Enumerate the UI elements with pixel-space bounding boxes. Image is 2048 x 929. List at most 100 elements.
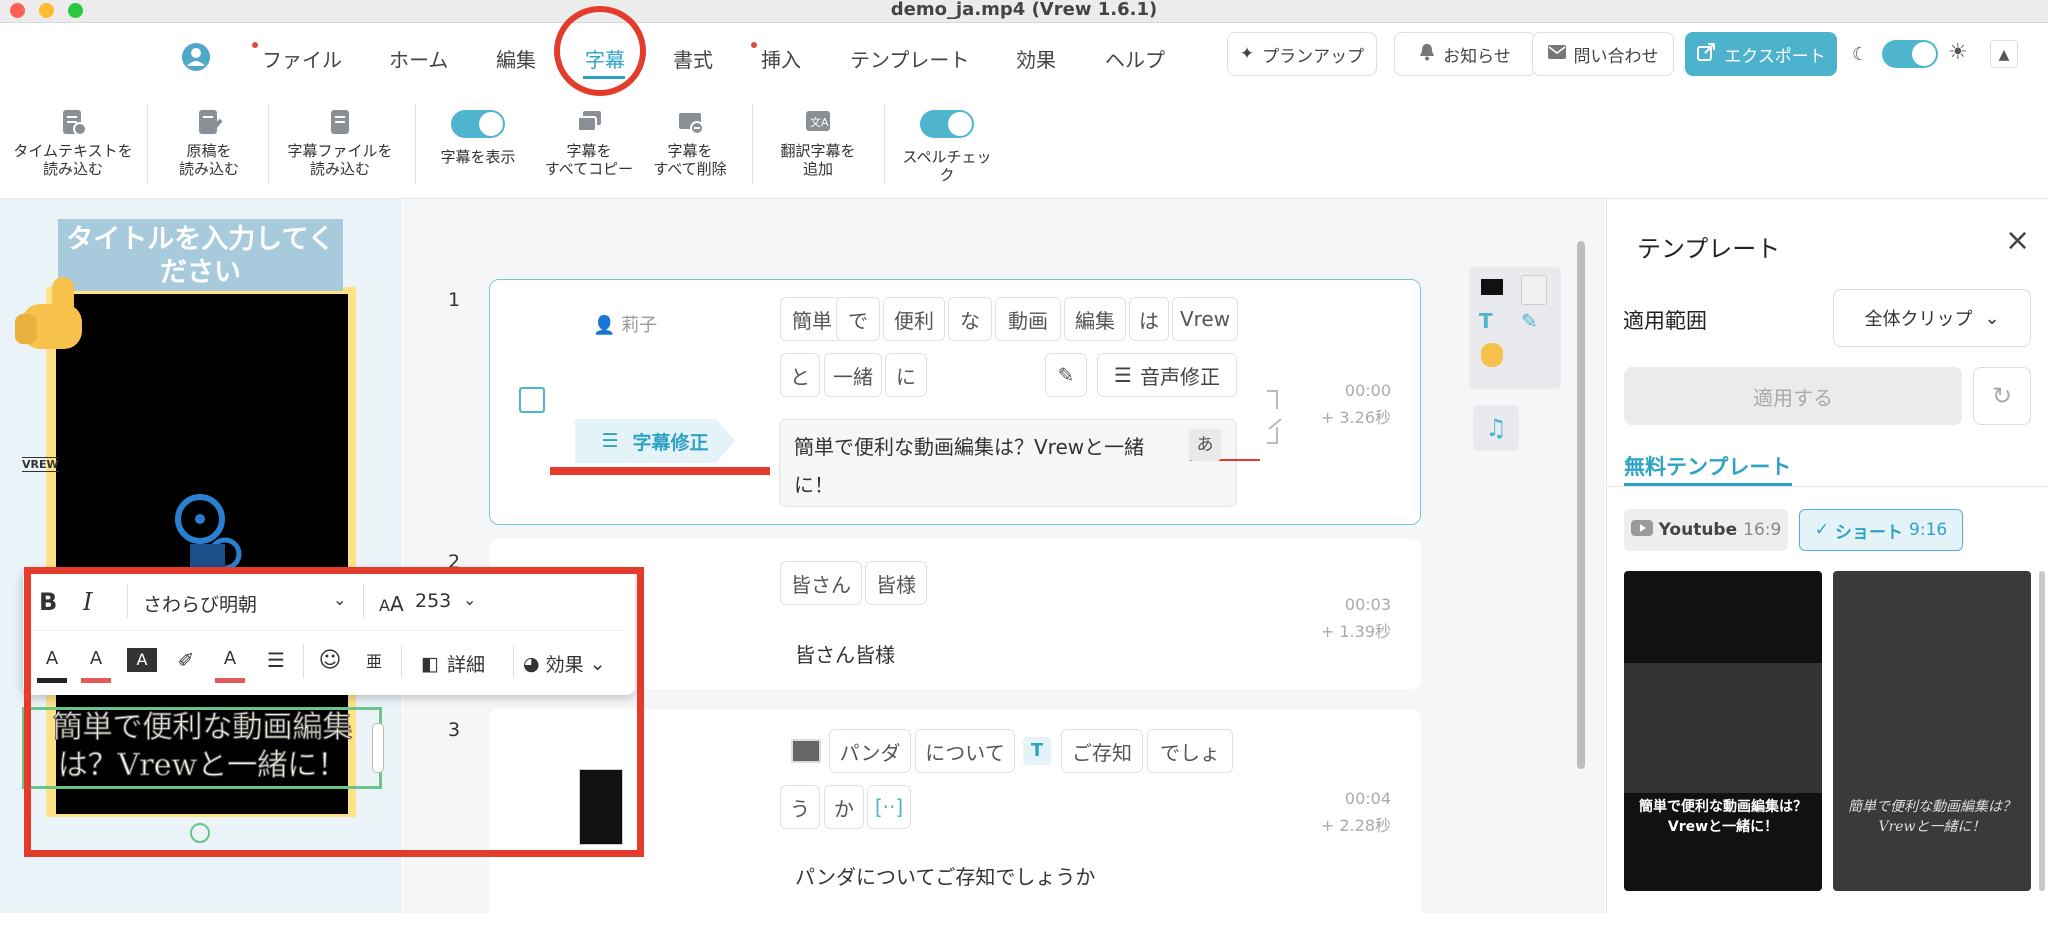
import-timetext-button[interactable]: タイムテキストを 読み込む: [6, 108, 140, 178]
import-script-button[interactable]: 原稿を 読み込む: [160, 108, 258, 178]
bell-icon: [1419, 43, 1435, 66]
clip-time: 00:04 + 2.28秒: [1320, 789, 1391, 835]
word-chip[interactable]: 皆さん: [780, 561, 862, 605]
word-chip[interactable]: 一緒: [824, 353, 882, 397]
word-chip[interactable]: パンダ: [829, 729, 911, 773]
subtitle-text-field[interactable]: 簡単で便利な動画編集は？Vrewと一緒 に！: [779, 419, 1237, 507]
chevron-down-icon: ⌄: [1984, 307, 2000, 329]
edit-pencil-button[interactable]: ✎: [1045, 353, 1087, 397]
pencil-icon: ✎: [1057, 363, 1075, 387]
template-thumbnail-1[interactable]: 簡単で便利な動画編集は？ Vrewと一緒に！: [1624, 571, 1822, 891]
clip-time: 00:03 + 1.39秒: [1320, 595, 1391, 641]
sliders-icon: ☰: [1114, 363, 1132, 387]
window-title: demo_ja.mp4 (Vrew 1.6.1): [890, 0, 1158, 20]
scope-label: 適用範囲: [1623, 309, 1707, 333]
clip-list-scrollbar[interactable]: [1577, 241, 1585, 769]
text-box-icon[interactable]: T: [1479, 309, 1493, 333]
highlight-rectangle: [24, 567, 644, 857]
sun-icon: ☀: [1948, 40, 1968, 65]
word-chip[interactable]: に: [885, 353, 927, 397]
word-chip[interactable]: 便利: [883, 297, 945, 341]
reset-icon[interactable]: ↻: [1973, 367, 2031, 425]
word-chip[interactable]: で: [836, 297, 880, 341]
silence-chip[interactable]: [··]: [867, 785, 911, 829]
menu-format[interactable]: 書式: [673, 44, 713, 73]
word-chip[interactable]: う: [780, 785, 820, 829]
subtitle-text[interactable]: 皆さん皆様: [795, 639, 895, 668]
subtitle-text[interactable]: パンダについてご存知でしょうか: [795, 861, 1095, 890]
word-chip[interactable]: 簡単: [780, 297, 844, 341]
translate-icon: 文A: [804, 108, 832, 136]
image-icon[interactable]: [791, 739, 821, 763]
highlight-underline: [550, 467, 770, 475]
menu-help[interactable]: ヘルプ: [1105, 44, 1165, 73]
word-chip[interactable]: は: [1129, 297, 1169, 341]
copy-all-subtitles-button[interactable]: 字幕を すべてコピー: [540, 108, 638, 178]
clip-time: 00:00 + 3.26秒: [1320, 381, 1391, 427]
add-translation-subtitle-button[interactable]: 文A 翻訳字幕を 追加: [768, 108, 868, 178]
text-insert-icon[interactable]: T: [1023, 737, 1051, 765]
fix-subtitle-button[interactable]: ☰ 字幕修正: [575, 419, 735, 463]
close-icon[interactable]: ×: [2005, 223, 2030, 258]
import-subtitle-file-button[interactable]: 字幕ファイルを 読み込む: [282, 108, 398, 178]
delete-subtitle-icon: [676, 108, 704, 136]
clip-checkbox[interactable]: [519, 387, 545, 413]
word-chip[interactable]: でしょ: [1147, 729, 1233, 773]
word-chip[interactable]: 編集: [1064, 297, 1126, 341]
blank-thumbnail-icon[interactable]: [1521, 275, 1547, 305]
notice-button[interactable]: お知らせ: [1394, 32, 1536, 76]
menu-edit[interactable]: 編集: [496, 44, 536, 73]
menu-insert[interactable]: 挿入: [751, 42, 801, 73]
mail-icon: [1547, 44, 1566, 64]
short-filter-button[interactable]: ✓ ショート 9:16: [1799, 509, 1963, 551]
scope-select[interactable]: 全体クリップ ⌄: [1833, 289, 2031, 347]
pencil-asset-icon[interactable]: ✎: [1521, 309, 1538, 333]
thumbs-up-sticker[interactable]: [12, 269, 102, 359]
clip-index: 1: [448, 289, 461, 311]
free-templates-tab[interactable]: 無料テンプレート: [1624, 451, 1791, 481]
clip-asset-strip: T ✎: [1469, 267, 1561, 389]
collapse-ribbon-button[interactable]: ▲: [1990, 40, 2018, 68]
sparkle-icon: ✦: [1239, 44, 1255, 64]
account-avatar-icon[interactable]: [181, 42, 211, 72]
word-chip[interactable]: ご存知: [1061, 729, 1143, 773]
delete-all-subtitles-button[interactable]: 字幕を すべて削除: [648, 108, 732, 178]
spell-check-toggle[interactable]: スペルチェック: [896, 108, 998, 184]
contact-button[interactable]: 問い合わせ: [1532, 32, 1674, 76]
title-bar: demo_ja.mp4 (Vrew 1.6.1): [0, 0, 2048, 23]
dark-mode-toggle[interactable]: [1882, 40, 1938, 68]
export-button[interactable]: エクスポート: [1685, 32, 1837, 76]
speaker-label[interactable]: 👤 莉子: [593, 311, 657, 337]
template-panel: テンプレート × 適用範囲 全体クリップ ⌄ 適用する ↻ 無料テンプレート Yo…: [1606, 199, 2048, 913]
template-thumbnail-2[interactable]: 簡単で便利な動画編集は？ Vrewと一緒に！: [1833, 571, 2031, 891]
music-note-icon[interactable]: ♫: [1473, 405, 1519, 451]
word-chip[interactable]: と: [780, 353, 820, 397]
show-subtitles-toggle[interactable]: 字幕を表示: [430, 108, 526, 166]
menu-home[interactable]: ホーム: [389, 44, 448, 73]
svg-text:文A: 文A: [810, 115, 829, 129]
speaker-icon: 👤: [593, 315, 616, 336]
word-chip[interactable]: Vrew: [1172, 297, 1238, 341]
vrew-watermark: VREW: [22, 457, 59, 472]
merge-split-icon[interactable]: [1263, 387, 1293, 447]
template-scrollbar[interactable]: [2039, 571, 2045, 891]
word-chip[interactable]: か: [824, 785, 864, 829]
word-chip[interactable]: 皆様: [865, 561, 927, 605]
youtube-filter-button[interactable]: Youtube 16:9: [1624, 509, 1788, 551]
word-chip[interactable]: な: [948, 297, 992, 341]
panel-title: テンプレート: [1637, 235, 1781, 263]
copy-icon: [575, 108, 603, 136]
export-icon: [1696, 42, 1716, 67]
apply-button[interactable]: 適用する: [1624, 367, 1962, 425]
video-thumbnail-icon[interactable]: [1481, 279, 1503, 295]
menu-effects[interactable]: 効果: [1016, 44, 1056, 73]
kana-toggle-button[interactable]: あ: [1189, 429, 1221, 461]
fix-voice-button[interactable]: ☰ 音声修正: [1097, 353, 1237, 397]
word-chip[interactable]: 動画: [995, 297, 1061, 341]
plan-up-button[interactable]: ✦ プランアップ: [1227, 32, 1377, 76]
menu-template[interactable]: テンプレート: [850, 44, 969, 73]
sticker-asset-icon[interactable]: [1481, 343, 1503, 367]
menu-file[interactable]: ファイル: [252, 42, 342, 73]
word-chip[interactable]: について: [915, 729, 1015, 773]
subtitle-ribbon: タイムテキストを 読み込む 原稿を 読み込む 字幕ファイルを 読み込む 字幕を表示 字…: [0, 82, 2048, 199]
